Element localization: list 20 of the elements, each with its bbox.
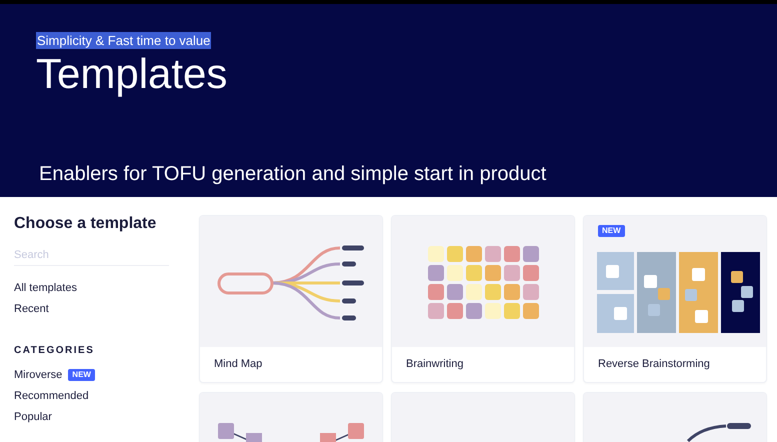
- category-link[interactable]: Miroverse: [14, 367, 62, 383]
- sidebar-title: Choose a template: [14, 214, 156, 234]
- page-title: Templates: [36, 50, 228, 98]
- search-field[interactable]: Search: [14, 244, 169, 266]
- curve-drawing: [686, 423, 751, 442]
- new-badge: NEW: [598, 225, 625, 237]
- section-heading: CATEGORIES: [14, 344, 94, 358]
- template-card[interactable]: NEW Reverse Brainstorming: [583, 215, 767, 383]
- template-card[interactable]: Mind Map: [199, 215, 383, 383]
- card-title: Reverse Brainstorming: [598, 357, 710, 372]
- card-title: Mind Map: [214, 357, 262, 372]
- sidebar-link[interactable]: All templates: [14, 280, 77, 296]
- subtitle: Simplicity & Fast time to value: [36, 32, 212, 49]
- tagline: Enablers for TOFU generation and simple start in product: [39, 162, 546, 187]
- category-link[interactable]: Recommended: [14, 388, 89, 404]
- category-link[interactable]: Popular: [14, 409, 52, 425]
- card-title: Brainwriting: [406, 357, 464, 372]
- new-badge: NEW: [68, 369, 95, 381]
- sidebar-link[interactable]: Recent: [14, 301, 49, 317]
- template-card[interactable]: Brainwriting: [391, 215, 575, 383]
